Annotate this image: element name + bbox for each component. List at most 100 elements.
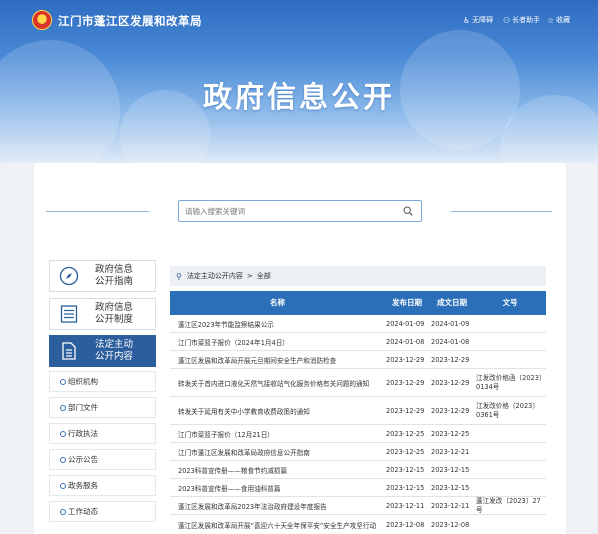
elder-assist-icon: ⚇ xyxy=(503,15,511,25)
row-pub-date: 2023-12-15 xyxy=(386,465,425,474)
bullet-icon xyxy=(60,430,66,437)
row-pub-date: 2023-12-11 xyxy=(386,501,425,510)
sidebar-card-label: 法定主动 公开内容 xyxy=(94,339,133,362)
row-doc-no xyxy=(476,425,544,442)
row-doc-no: 蓬江发改〔2023〕27号 xyxy=(476,496,541,514)
location-pin-icon: ⚲ xyxy=(176,271,182,281)
row-pub-date: 2023-12-15 xyxy=(386,483,425,492)
breadcrumb-link[interactable]: 法定主动公开内容 xyxy=(187,271,243,281)
compass-icon xyxy=(59,266,79,286)
row-gen-date: 2023-12-29 xyxy=(431,378,470,387)
breadcrumb-separator: > xyxy=(246,272,253,280)
table-row[interactable]: 江门市蓬江区发展和改革局政府信息公开指南 2023-12-25 2023-12-… xyxy=(170,443,546,461)
row-doc-no xyxy=(476,351,544,368)
row-pub-date: 2023-12-08 xyxy=(386,520,425,529)
search-input[interactable] xyxy=(185,201,395,221)
row-gen-date: 2023-12-11 xyxy=(431,501,470,510)
row-doc-no xyxy=(476,515,544,534)
row-gen-date: 2023-12-29 xyxy=(431,355,470,364)
row-pub-date: 2024-01-08 xyxy=(386,337,425,346)
row-title-link[interactable]: 2023科普宣传册——粮食节约减损篇 xyxy=(178,461,383,478)
row-title-link[interactable]: 2023科普宣传册——食用油科普篇 xyxy=(178,479,383,496)
row-doc-no: 江发改价格〔2023〕0361号 xyxy=(476,401,539,419)
accessibility-link[interactable]: ♿ 无障碍 xyxy=(463,15,493,25)
table-row[interactable]: 江门市菜篮子报价（12月21日） 2023-12-25 2023-12-25 xyxy=(170,425,546,443)
row-title-link[interactable]: 蓬江区2023年节能监察结果公示 xyxy=(178,315,383,332)
bullet-icon xyxy=(60,456,66,463)
table-row[interactable]: 2023科普宣传册——食用油科普篇 2023-12-15 2023-12-15 xyxy=(170,479,546,497)
table-row[interactable]: 转发关于首内进口液化天然气接收站气化服务价格有关问题的通知 2023-12-29… xyxy=(170,369,546,397)
sidebar-subitem[interactable]: 政务服务 xyxy=(49,475,156,496)
table-row[interactable]: 蓬江区发展和改革局2023年法治政府建设年度报告 2023-12-11 2023… xyxy=(170,497,546,515)
row-pub-date: 2023-12-29 xyxy=(386,378,425,387)
sidebar-card-label: 政府信息 公开制度 xyxy=(94,302,133,325)
row-title-link[interactable]: 蓬江区发展和改革局开展元旦期间安全生产和消防检查 xyxy=(178,351,383,368)
divider-right xyxy=(451,211,552,212)
column-header-pub-date: 发布日期 xyxy=(392,298,422,307)
sidebar-card-system[interactable]: 政府信息 公开制度 xyxy=(49,298,156,330)
row-title-link[interactable]: 江门市菜篮子报价（2024年1月4日） xyxy=(178,333,383,350)
row-gen-date: 2024-01-09 xyxy=(431,319,470,328)
breadcrumb-current: 全部 xyxy=(256,272,271,280)
table-header: 名称 发布日期 成文日期 文号 xyxy=(170,291,546,315)
row-gen-date: 2023-12-25 xyxy=(431,429,470,438)
sidebar-subitem[interactable]: 组织机构 xyxy=(49,371,156,392)
row-gen-date: 2023-12-15 xyxy=(431,465,470,474)
row-pub-date: 2023-12-25 xyxy=(386,429,425,438)
bookmark-link[interactable]: ☆ 收藏 xyxy=(547,15,570,25)
sidebar-card-guide[interactable]: 政府信息 公开指南 xyxy=(49,260,156,292)
top-bar: 江门市蓬江区发展和改革局 ♿ 无障碍 ⚇ 长者助手 ☆ 收藏 xyxy=(0,0,598,40)
table-row[interactable]: 蓬江区2023年节能监察结果公示 2024-01-09 2024-01-09 xyxy=(170,315,546,333)
row-title-link[interactable]: 江门市菜篮子报价（12月21日） xyxy=(178,425,383,442)
sidebar-card-label: 政府信息 公开指南 xyxy=(94,264,133,287)
row-doc-no xyxy=(476,315,544,332)
bullet-icon xyxy=(60,404,66,411)
row-gen-date: 2023-12-21 xyxy=(431,447,470,456)
table-row[interactable]: 江门市菜篮子报价（2024年1月4日） 2024-01-08 2024-01-0… xyxy=(170,333,546,351)
row-title-link[interactable]: 蓬江区发展和改革局2023年法治政府建设年度报告 xyxy=(178,497,383,514)
search-box xyxy=(178,200,422,222)
row-doc-no xyxy=(476,461,544,478)
bullet-icon xyxy=(60,378,66,385)
row-pub-date: 2023-12-29 xyxy=(386,406,425,415)
row-gen-date: 2023-12-29 xyxy=(431,406,470,415)
row-title-link[interactable]: 江门市蓬江区发展和改革局政府信息公开指南 xyxy=(178,443,383,460)
sidebar-subitem[interactable]: 部门文件 xyxy=(49,397,156,418)
table-row[interactable]: 蓬江区发展和改革局开展元旦期间安全生产和消防检查 2023-12-29 2023… xyxy=(170,351,546,369)
row-doc-no xyxy=(476,479,544,496)
row-pub-date: 2024-01-09 xyxy=(386,319,425,328)
national-emblem-icon xyxy=(32,10,52,30)
list-document-icon xyxy=(60,305,78,323)
column-header-doc-no: 文号 xyxy=(502,298,518,307)
row-pub-date: 2023-12-29 xyxy=(386,355,425,364)
table-row[interactable]: 转发关于延用有关中小学教育收费政策的通知 2023-12-29 2023-12-… xyxy=(170,397,546,425)
row-gen-date: 2024-01-08 xyxy=(431,337,470,346)
breadcrumb: ⚲ 法定主动公开内容 > 全部 xyxy=(170,266,546,286)
table-row[interactable]: 蓬江区发展和改革局开展“喜迎六十天全年保平安”安全生产攻坚行动 2023-12-… xyxy=(170,515,546,534)
search-icon[interactable] xyxy=(403,206,413,216)
row-title-link[interactable]: 转发关于首内进口液化天然气接收站气化服务价格有关问题的通知 xyxy=(178,369,383,396)
column-header-gen-date: 成文日期 xyxy=(437,298,467,307)
column-header-name: 名称 xyxy=(270,298,285,307)
sidebar-subitem[interactable]: 行政执法 xyxy=(49,423,156,444)
row-doc-no: 江发改价格函〔2023〕0134号 xyxy=(476,373,543,391)
site-title[interactable]: 江门市蓬江区发展和改革局 xyxy=(58,13,202,29)
table-row[interactable]: 2023科普宣传册——粮食节约减损篇 2023-12-15 2023-12-15 xyxy=(170,461,546,479)
sidebar-subitem[interactable]: 工作动态 xyxy=(49,501,156,522)
divider-left xyxy=(46,211,149,212)
row-title-link[interactable]: 蓬江区发展和改革局开展“喜迎六十天全年保平安”安全生产攻坚行动 xyxy=(178,515,383,534)
row-gen-date: 2023-12-15 xyxy=(431,483,470,492)
sidebar-card-active-content[interactable]: 法定主动 公开内容 xyxy=(49,335,156,367)
elder-assist-link[interactable]: ⚇ 长者助手 xyxy=(503,15,540,25)
row-pub-date: 2023-12-25 xyxy=(386,447,425,456)
bookmark-icon: ☆ xyxy=(547,15,555,25)
sidebar-subitem[interactable]: 公示公告 xyxy=(49,449,156,470)
bullet-icon xyxy=(60,508,66,515)
row-title-link[interactable]: 转发关于延用有关中小学教育收费政策的通知 xyxy=(178,397,383,424)
header-banner: 江门市蓬江区发展和改革局 ♿ 无障碍 ⚇ 长者助手 ☆ 收藏 政府信息公开 xyxy=(0,0,598,163)
row-doc-no xyxy=(476,333,544,350)
hero-title: 政府信息公开 xyxy=(202,80,395,114)
row-doc-no xyxy=(476,443,544,460)
bullet-icon xyxy=(60,482,66,489)
document-icon xyxy=(62,342,76,360)
